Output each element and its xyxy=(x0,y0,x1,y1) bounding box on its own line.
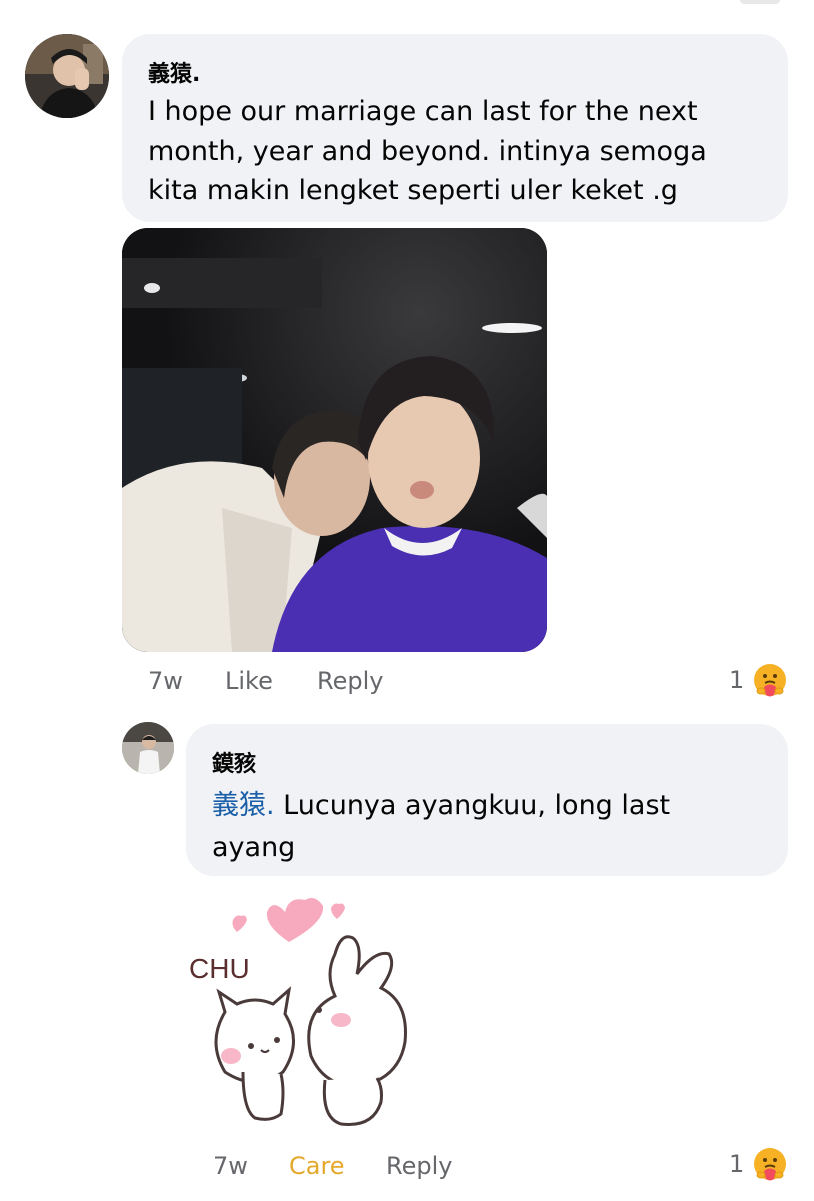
reply-care-emoji-icon[interactable] xyxy=(752,1146,788,1182)
reply-text-line-1: 義猿. Lucunya ayangkuu, long last xyxy=(212,786,670,825)
care-emoji-icon[interactable] xyxy=(752,662,788,698)
reply-bubble: 鏌豥 義猿. Lucunya ayangkuu, long last ayang xyxy=(186,724,788,876)
comment-text-line-2: month, year and beyond. intinya semoga xyxy=(148,136,707,167)
comment-bubble: 義猿. I hope our marriage can last for the… xyxy=(122,34,788,222)
comment-time[interactable]: 7w xyxy=(148,667,183,695)
reply-reaction-count[interactable]: 1 xyxy=(729,1150,744,1178)
reply-text-line-2: ayang xyxy=(212,832,296,863)
comment-reply-button[interactable]: Reply xyxy=(317,667,383,695)
reply-text-content: Lucunya ayangkuu, long last xyxy=(274,790,671,821)
comment-text-line-3: kita makin lengket seperti uler keket .g xyxy=(148,175,678,206)
care-reaction-button[interactable]: Care xyxy=(289,1152,345,1180)
comment-reaction-count[interactable]: 1 xyxy=(729,666,744,694)
comment-photo[interactable] xyxy=(122,228,547,652)
like-button[interactable]: Like xyxy=(225,667,273,695)
reply-mention-link[interactable]: 義猿. xyxy=(212,790,275,821)
chu-sticker[interactable]: CHU xyxy=(185,892,445,1142)
comment-author[interactable]: 義猿. xyxy=(148,56,200,88)
reply-time[interactable]: 7w xyxy=(213,1152,248,1180)
sticker-chu-text: CHU xyxy=(189,953,250,984)
top-edge-fragment xyxy=(740,0,780,4)
reply-avatar[interactable] xyxy=(122,722,174,774)
reply-author[interactable]: 鏌豥 xyxy=(212,746,256,778)
reply-reply-button[interactable]: Reply xyxy=(386,1152,452,1180)
comment-text-line-1: I hope our marriage can last for the nex… xyxy=(148,96,698,127)
comment-avatar[interactable] xyxy=(25,34,109,118)
